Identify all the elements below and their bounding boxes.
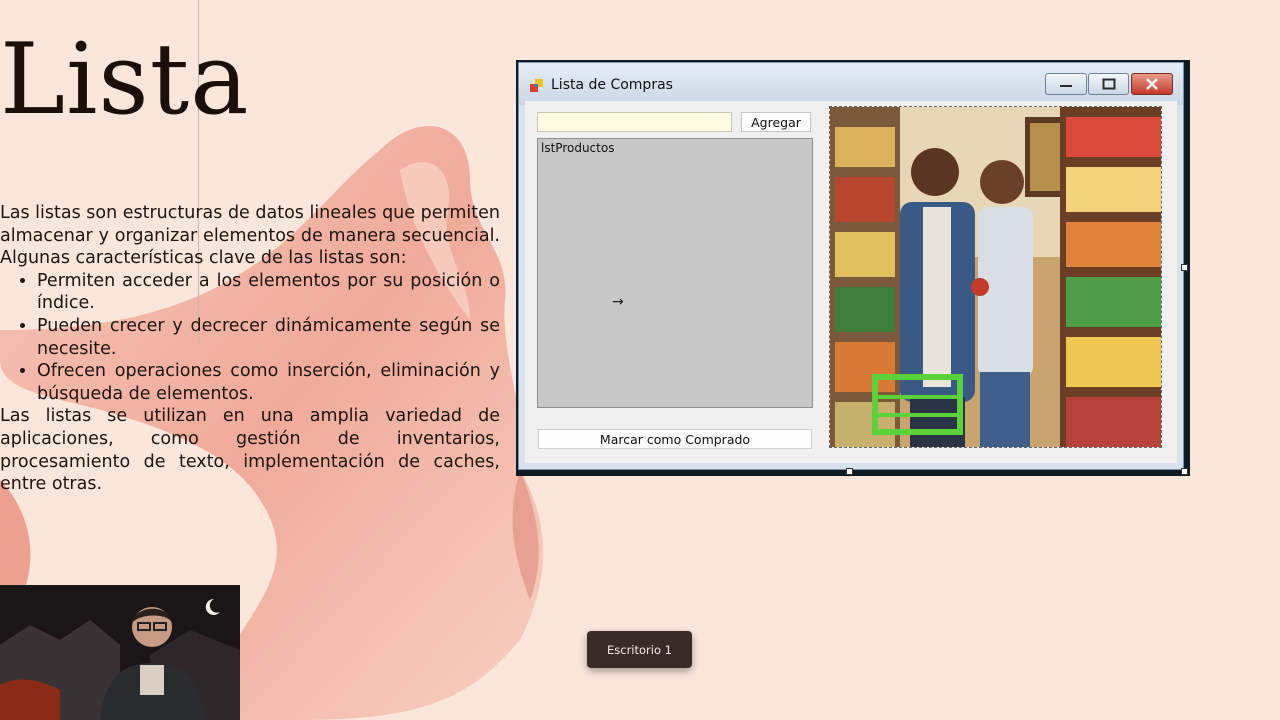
slide-body: Las listas son estructuras de datos line…	[0, 202, 500, 496]
webcam-presenter-image	[0, 585, 240, 720]
resize-handle[interactable]	[846, 468, 853, 475]
slide-title: Lista	[0, 23, 250, 137]
minimize-icon	[1060, 85, 1072, 87]
close-button[interactable]	[1131, 73, 1173, 95]
webcam-overlay	[0, 585, 240, 720]
move-cursor-icon: →	[612, 294, 624, 310]
list-item: Ofrecen operaciones como inserción, elim…	[37, 360, 500, 405]
close-icon	[1146, 78, 1158, 90]
mark-purchased-button[interactable]: Marcar como Comprado	[538, 429, 812, 449]
picturebox[interactable]	[829, 106, 1162, 448]
list-item: Permiten acceder a los elementos por su …	[37, 270, 500, 315]
products-listbox[interactable]: lstProductos →	[537, 138, 813, 408]
window-title: Lista de Compras	[551, 77, 673, 93]
closing-paragraph: Las listas se utilizan en una amplia var…	[0, 406, 500, 495]
resize-handle[interactable]	[1181, 264, 1188, 271]
resize-handle[interactable]	[1181, 468, 1188, 475]
features-list: Permiten acceder a los elementos por su …	[0, 270, 500, 406]
add-button[interactable]: Agregar	[741, 112, 811, 132]
maximize-button[interactable]	[1088, 73, 1129, 95]
listbox-name: lstProductos	[541, 141, 615, 155]
form-client-area: Agregar lstProductos → Marcar como Compr…	[525, 101, 1177, 463]
form-icon	[530, 79, 543, 92]
form-window[interactable]: Lista de Compras Agregar lstProductos → …	[518, 62, 1184, 470]
desktop-tooltip: Escritorio 1	[587, 631, 692, 668]
maximize-icon	[1102, 78, 1115, 90]
minimize-button[interactable]	[1045, 73, 1087, 95]
intro-paragraph: Las listas son estructuras de datos line…	[0, 203, 500, 269]
product-input[interactable]	[537, 112, 732, 132]
list-item: Pueden crecer y decrecer dinámicamente s…	[37, 315, 500, 360]
supermarket-photo	[830, 107, 1161, 447]
window-titlebar[interactable]: Lista de Compras	[519, 63, 1183, 105]
